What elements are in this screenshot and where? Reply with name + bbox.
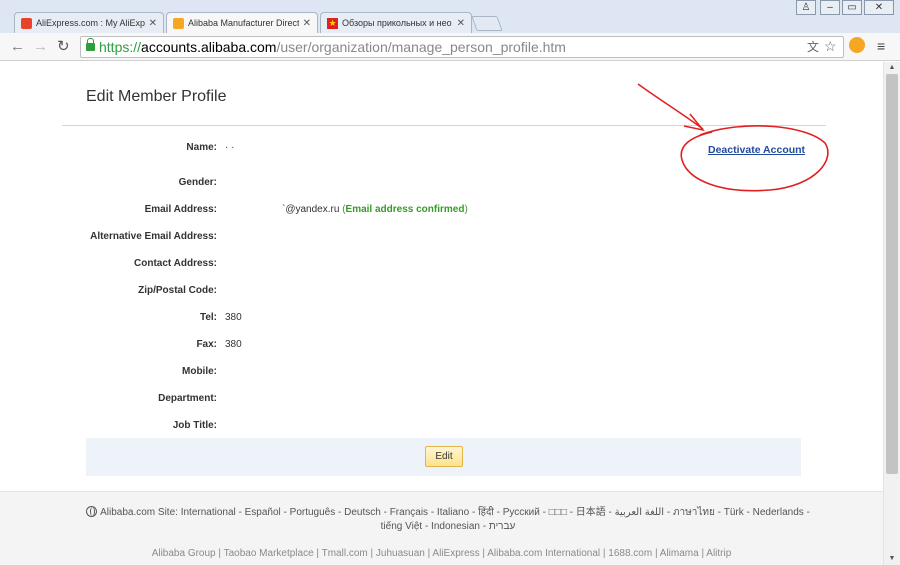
- user-profile-icon[interactable]: ♙: [796, 0, 816, 15]
- url-host: accounts.alibaba.com: [141, 39, 277, 55]
- email-confirmed-text: Email address confirmed: [345, 204, 465, 215]
- job-title-label: Job Title:: [172, 420, 217, 431]
- forward-arrow-icon[interactable]: →: [33, 38, 48, 55]
- browser-toolbar: ← → ↻ https://accounts.alibaba.com/user/…: [0, 33, 900, 61]
- tab-label: Alibaba Manufacturer Direct: [188, 18, 299, 28]
- extension-icon[interactable]: [849, 37, 865, 53]
- address-bar[interactable]: https://accounts.alibaba.com/user/organi…: [80, 36, 844, 58]
- maximize-icon[interactable]: ▭: [842, 0, 862, 15]
- fax-value: 380: [225, 339, 242, 350]
- fax-label: Fax:: [196, 339, 217, 350]
- mobile-label: Mobile:: [182, 366, 217, 377]
- minimize-icon[interactable]: –: [820, 0, 840, 15]
- divider: [62, 125, 826, 126]
- bookmark-star-icon[interactable]: ☆: [824, 38, 837, 55]
- site-languages: Alibaba.com Site: International - Españo…: [76, 506, 820, 534]
- tel-value: 380: [225, 312, 242, 323]
- contact-address-label: Contact Address:: [134, 258, 217, 269]
- aliexpress-favicon-icon: [21, 17, 32, 29]
- scroll-thumb[interactable]: [886, 74, 898, 474]
- email-status: (Email address confirmed): [342, 204, 468, 215]
- scroll-down-icon[interactable]: ▼: [884, 553, 900, 565]
- reload-icon[interactable]: ↻: [57, 38, 70, 55]
- url-path: /user/organization/manage_person_profile…: [276, 39, 566, 55]
- tab-obzory[interactable]: ★ Обзоры прикольных и нео ✕: [320, 12, 472, 33]
- menu-icon[interactable]: ≡: [877, 38, 885, 54]
- page-title: Edit Member Profile: [86, 88, 227, 105]
- tab-alibaba[interactable]: Alibaba Manufacturer Direct ✕: [166, 12, 318, 33]
- email-value-row: `@yandex.ru (Email address confirmed): [282, 204, 468, 215]
- edit-bar: Edit: [86, 438, 801, 476]
- lock-icon: [86, 38, 95, 51]
- name-value: · ·: [225, 142, 235, 153]
- vertical-scrollbar[interactable]: ▲ ▼: [883, 62, 900, 565]
- deactivate-account-link[interactable]: Deactivate Account: [708, 144, 805, 156]
- globe-icon: [86, 506, 98, 517]
- gender-label: Gender:: [178, 177, 217, 188]
- email-label: Email Address:: [144, 204, 217, 215]
- close-tab-icon[interactable]: ✕: [303, 18, 311, 29]
- zip-label: Zip/Postal Code:: [138, 285, 217, 296]
- scroll-up-icon[interactable]: ▲: [884, 62, 900, 74]
- new-tab-button[interactable]: [471, 16, 503, 31]
- name-label: Name:: [186, 142, 217, 153]
- tab-label: Обзоры прикольных и нео: [342, 18, 452, 28]
- star-favicon-icon: ★: [327, 17, 338, 29]
- close-tab-icon[interactable]: ✕: [457, 18, 465, 29]
- close-window-icon[interactable]: ✕: [864, 0, 894, 15]
- tab-label: AliExpress.com : My AliExpr: [36, 18, 145, 28]
- alt-email-label: Alternative Email Address:: [90, 231, 217, 242]
- alibaba-favicon-icon: [173, 17, 184, 29]
- url-scheme: https://: [99, 39, 142, 55]
- tab-aliexpress[interactable]: AliExpress.com : My AliExpr ✕: [14, 12, 164, 33]
- site-languages-text[interactable]: Alibaba.com Site: International - Españo…: [100, 507, 810, 532]
- browser-titlebar: AliExpress.com : My AliExpr ✕ Alibaba Ma…: [0, 0, 900, 33]
- close-tab-icon[interactable]: ✕: [149, 18, 157, 29]
- department-label: Department:: [158, 393, 217, 404]
- tel-label: Tel:: [199, 312, 217, 323]
- group-links[interactable]: Alibaba Group | Taobao Marketplace | Tma…: [0, 548, 883, 559]
- translate-icon[interactable]: 文: [807, 38, 819, 55]
- back-arrow-icon[interactable]: ←: [10, 38, 25, 55]
- edit-button[interactable]: Edit: [425, 446, 463, 467]
- email-value: `@yandex.ru: [282, 204, 340, 215]
- page-content: Edit Member Profile Deactivate Account N…: [0, 62, 883, 565]
